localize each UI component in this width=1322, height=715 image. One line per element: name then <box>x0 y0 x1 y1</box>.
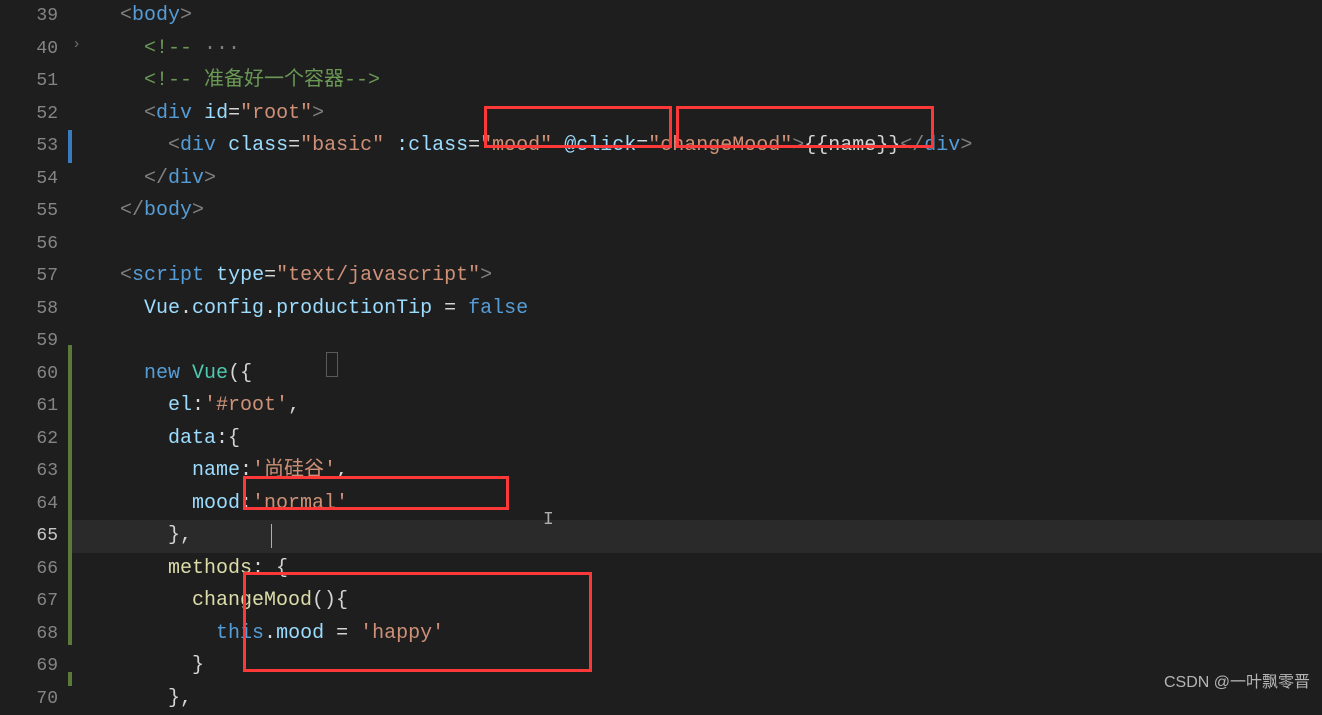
change-marker <box>68 672 72 686</box>
annotation-box <box>243 476 509 510</box>
annotation-box <box>484 106 672 148</box>
annotation-box <box>243 572 592 672</box>
line-number: 66 <box>0 553 70 586</box>
line-number: 68 <box>0 618 70 651</box>
change-marker <box>68 345 72 645</box>
line-number: 60 <box>0 358 70 391</box>
code-line[interactable]: <body> <box>96 0 1322 33</box>
code-line[interactable]: Vue.config.productionTip = false <box>96 293 1322 326</box>
line-number: 67 <box>0 585 70 618</box>
line-number: 39 <box>0 0 70 33</box>
code-content[interactable]: I <body> <!-- ··· <!-- 准备好一个容器--> <div i… <box>70 0 1322 698</box>
code-line[interactable]: <script type="text/javascript"> <box>96 260 1322 293</box>
text-caret <box>271 524 272 548</box>
code-line[interactable]: <!-- 准备好一个容器--> <box>96 65 1322 98</box>
code-line[interactable]: data:{ <box>96 423 1322 456</box>
annotation-box <box>676 106 934 148</box>
line-number: 58 <box>0 293 70 326</box>
code-line[interactable]: new Vue({ <box>96 358 1322 391</box>
line-number: 57 <box>0 260 70 293</box>
code-line[interactable] <box>96 325 1322 358</box>
line-number: 61 <box>0 390 70 423</box>
line-number: 59 <box>0 325 70 358</box>
line-number: 64 <box>0 488 70 521</box>
code-line[interactable]: }, <box>96 520 1322 553</box>
change-marker <box>68 130 72 163</box>
line-number: 63 <box>0 455 70 488</box>
code-line[interactable]: el:'#root', <box>96 390 1322 423</box>
line-number: 54 <box>0 163 70 196</box>
line-number: 40 <box>0 33 70 66</box>
bracket-match-highlight <box>326 352 338 377</box>
line-number: 70 <box>0 683 70 715</box>
line-number: 52 <box>0 98 70 131</box>
watermark-text: CSDN @一叶飘零晋 <box>1164 668 1310 692</box>
code-line[interactable] <box>96 228 1322 261</box>
line-gutter: 39 40 51 52 53 54 55 56 57 58 59 60 61 6… <box>0 0 70 698</box>
line-number: 55 <box>0 195 70 228</box>
code-editor: 39 40 51 52 53 54 55 56 57 58 59 60 61 6… <box>0 0 1322 698</box>
line-number: 56 <box>0 228 70 261</box>
line-number: 53 <box>0 130 70 163</box>
mouse-cursor-icon: I <box>543 510 554 530</box>
code-line[interactable]: <!-- ··· <box>96 33 1322 66</box>
code-line[interactable]: </body> <box>96 195 1322 228</box>
line-number: 62 <box>0 423 70 456</box>
line-number: 69 <box>0 650 70 683</box>
code-line[interactable]: }, <box>96 683 1322 715</box>
line-number: 51 <box>0 65 70 98</box>
code-line[interactable]: </div> <box>96 163 1322 196</box>
line-number: 65 <box>0 520 70 553</box>
